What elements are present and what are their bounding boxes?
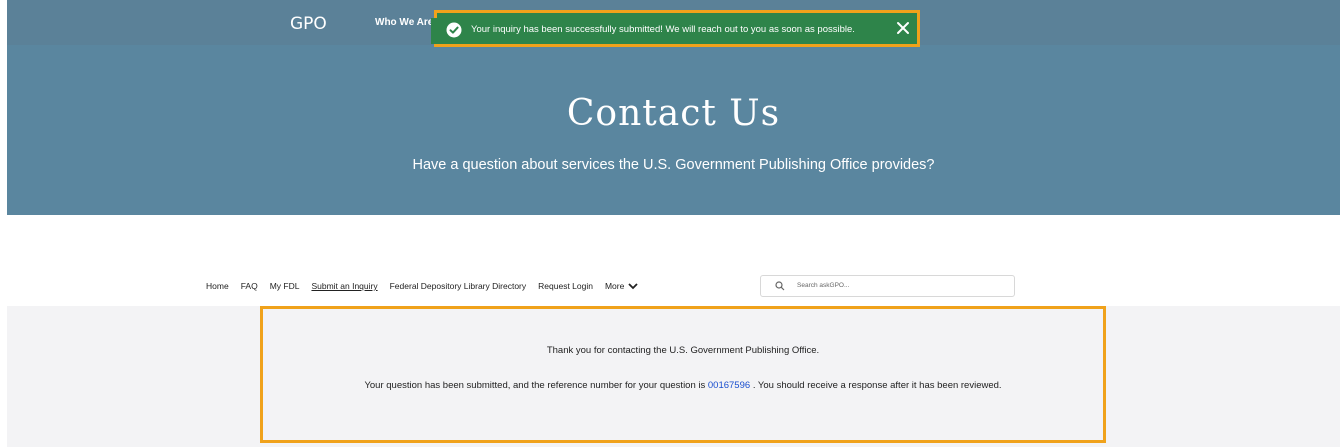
gpo-logo[interactable]: GPO bbox=[290, 14, 327, 34]
close-icon[interactable] bbox=[895, 20, 911, 36]
subnav-item-submit-inquiry[interactable]: Submit an Inquiry bbox=[311, 281, 377, 291]
reference-post-text: . You should receive a response after it… bbox=[752, 380, 1002, 391]
success-toast-highlight: Your inquiry has been successfully submi… bbox=[431, 10, 920, 47]
toast-edge bbox=[431, 18, 437, 44]
subnav-items: Home FAQ My FDL Submit an Inquiry Federa… bbox=[206, 281, 650, 291]
confirmation-box: Thank you for contacting the U.S. Govern… bbox=[260, 306, 1106, 443]
secondary-nav: Home FAQ My FDL Submit an Inquiry Federa… bbox=[0, 270, 1340, 306]
subnav-item-my-fdl[interactable]: My FDL bbox=[270, 281, 300, 291]
reference-line: Your question has been submitted, and th… bbox=[263, 380, 1103, 391]
nav-who-we-are[interactable]: Who We Are bbox=[375, 17, 433, 28]
success-toast: Your inquiry has been successfully submi… bbox=[431, 13, 917, 44]
reference-number-link[interactable]: 00167596 bbox=[708, 380, 750, 391]
search-input[interactable]: Search askGPO... bbox=[760, 275, 1015, 297]
check-circle-icon bbox=[446, 22, 462, 38]
toast-message: Your inquiry has been successfully submi… bbox=[471, 24, 855, 35]
subnav-item-request-login[interactable]: Request Login bbox=[538, 281, 593, 291]
page-title: Contact Us bbox=[566, 93, 781, 134]
subnav-item-fdl-directory[interactable]: Federal Depository Library Directory bbox=[390, 281, 527, 291]
page-subtitle: Have a question about services the U.S. … bbox=[412, 157, 935, 173]
hero-banner: Contact Us Have a question about service… bbox=[7, 45, 1340, 215]
reference-pre-text: Your question has been submitted, and th… bbox=[364, 380, 708, 391]
subnav-item-home[interactable]: Home bbox=[206, 281, 229, 291]
more-label: More bbox=[604, 281, 625, 291]
chevron-down-icon bbox=[628, 283, 638, 290]
more-menu-button[interactable]: More bbox=[605, 281, 638, 291]
thank-you-text: Thank you for contacting the U.S. Govern… bbox=[546, 345, 820, 356]
subnav-item-faq[interactable]: FAQ bbox=[241, 281, 258, 291]
search-placeholder: Search askGPO... bbox=[797, 282, 850, 289]
search-icon bbox=[775, 281, 785, 291]
